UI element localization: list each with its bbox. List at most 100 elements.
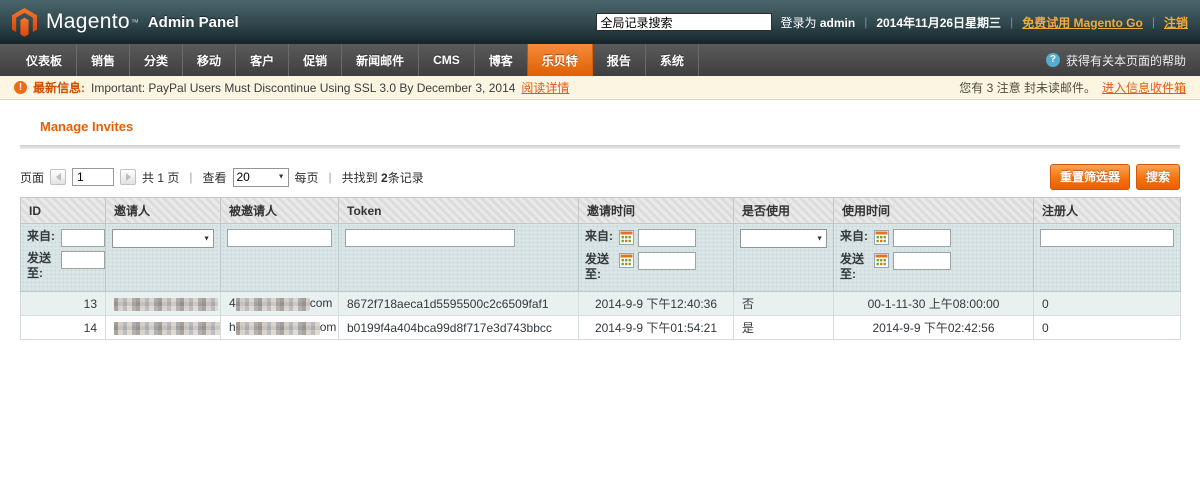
column-header-token[interactable]: Token bbox=[339, 198, 579, 224]
filter-used-select[interactable] bbox=[740, 229, 827, 248]
filter-cell-invitee bbox=[221, 224, 339, 292]
filter-token-input[interactable] bbox=[345, 229, 515, 247]
cell-registrant: 0 bbox=[1034, 316, 1181, 340]
topbar-right-section: 登录为 admin | 2014年11月26日星期三 | 免费试用 Magent… bbox=[596, 13, 1189, 31]
nav-item-newsletter[interactable]: 新闻邮件 bbox=[342, 44, 419, 76]
filter-id-from-input[interactable] bbox=[61, 229, 105, 247]
calendar-icon[interactable] bbox=[874, 230, 889, 248]
table-row[interactable]: 13 4com 8672f718aeca1d5595500c2c6509faf1… bbox=[21, 292, 1181, 316]
previous-page-button[interactable] bbox=[50, 169, 66, 185]
nav-item-reports[interactable]: 报告 bbox=[593, 44, 646, 76]
per-page-select-wrap: 20 bbox=[233, 168, 289, 187]
cell-token: 8672f718aeca1d5595500c2c6509faf1 bbox=[339, 292, 579, 316]
cell-invitee: hom bbox=[221, 316, 339, 340]
column-header-invited-time[interactable]: 邀请时间 bbox=[579, 198, 734, 224]
censored-text-block bbox=[236, 298, 310, 311]
grid-filter-row: 来自: 发送至: 来自: 发送至: bbox=[21, 224, 1181, 292]
table-row[interactable]: 14 hom b0199f4a404bca99d8f717e3d743bbcc … bbox=[21, 316, 1181, 340]
filter-cell-used bbox=[734, 224, 834, 292]
brand-name: Magento bbox=[46, 10, 130, 34]
nav-item-promotions[interactable]: 促销 bbox=[289, 44, 342, 76]
main-navigation: 仪表板 销售 分类 移动 客户 促销 新闻邮件 CMS 博客 乐贝特 报告 系统… bbox=[0, 44, 1200, 76]
from-label: 来自: bbox=[840, 229, 870, 244]
calendar-icon[interactable] bbox=[619, 253, 634, 271]
filter-used-to-input[interactable] bbox=[893, 252, 951, 270]
censored-text-block bbox=[114, 298, 218, 311]
filter-cell-inviter bbox=[106, 224, 221, 292]
nav-item-catalog[interactable]: 分类 bbox=[130, 44, 183, 76]
column-header-registrant[interactable]: 注册人 bbox=[1034, 198, 1181, 224]
filter-invitee-input[interactable] bbox=[227, 229, 332, 247]
go-to-inbox-link[interactable]: 进入信息收件箱 bbox=[1102, 79, 1186, 96]
nav-item-dashboard[interactable]: 仪表板 bbox=[12, 44, 77, 76]
filter-cell-invited-time: 来自: 发送至: bbox=[579, 224, 734, 292]
nav-item-customers[interactable]: 客户 bbox=[236, 44, 289, 76]
page-label: 页面 bbox=[20, 169, 44, 186]
censored-text-block bbox=[236, 322, 320, 335]
filter-registrant-input[interactable] bbox=[1040, 229, 1174, 247]
from-label: 来自: bbox=[585, 229, 615, 244]
next-page-button[interactable] bbox=[120, 169, 136, 185]
grid-header-row: ID 邀请人 被邀请人 Token 邀请时间 是否使用 使用时间 注册人 bbox=[21, 198, 1181, 224]
read-details-link[interactable]: 阅读详情 bbox=[521, 79, 569, 96]
alert-icon: ! bbox=[14, 81, 27, 94]
current-date: 2014年11月26日星期三 bbox=[876, 14, 1001, 31]
global-search-input[interactable] bbox=[596, 13, 772, 31]
logout-link[interactable]: 注销 bbox=[1164, 14, 1188, 31]
records-prefix: 共找到 bbox=[342, 171, 378, 185]
unread-messages-text: 您有 3 注意 封未读邮件。 bbox=[959, 79, 1096, 96]
per-page-select[interactable]: 20 bbox=[233, 168, 289, 187]
cell-id: 13 bbox=[21, 292, 106, 316]
nav-item-mobile[interactable]: 移动 bbox=[183, 44, 236, 76]
column-header-inviter[interactable]: 邀请人 bbox=[106, 198, 221, 224]
cell-invited-time: 2014-9-9 下午01:54:21 bbox=[579, 316, 734, 340]
records-count: 2 bbox=[381, 171, 388, 185]
cell-used: 是 bbox=[734, 316, 834, 340]
filter-invited-from-input[interactable] bbox=[638, 229, 696, 247]
filter-invited-to-input[interactable] bbox=[638, 252, 696, 270]
separator: | bbox=[329, 170, 332, 184]
column-header-used-time[interactable]: 使用时间 bbox=[834, 198, 1034, 224]
filter-cell-registrant bbox=[1034, 224, 1181, 292]
column-header-used[interactable]: 是否使用 bbox=[734, 198, 834, 224]
calendar-icon[interactable] bbox=[619, 230, 634, 248]
nav-item-blog[interactable]: 博客 bbox=[475, 44, 528, 76]
filter-inviter-select[interactable] bbox=[112, 229, 214, 248]
toolbar-buttons: 重置筛选器 搜索 bbox=[1050, 164, 1180, 190]
filter-cell-used-time: 来自: 发送至: bbox=[834, 224, 1034, 292]
nav-item-system[interactable]: 系统 bbox=[646, 44, 699, 76]
filter-used-from-input[interactable] bbox=[893, 229, 951, 247]
previous-arrow-icon bbox=[52, 173, 61, 181]
cell-invited-time: 2014-9-9 下午12:40:36 bbox=[579, 292, 734, 316]
latest-message-bar: ! 最新信息: Important: PayPal Users Must Dis… bbox=[0, 76, 1200, 100]
cell-used: 否 bbox=[734, 292, 834, 316]
separator: | bbox=[1152, 15, 1155, 29]
page-help-link[interactable]: ? 获得有关本页面的帮助 bbox=[1046, 44, 1200, 76]
nav-item-lebeite-active[interactable]: 乐贝特 bbox=[528, 44, 593, 76]
records-found-text: 共找到 2条记录 bbox=[342, 169, 424, 186]
censored-text-block bbox=[114, 322, 221, 335]
grid-toolbar: 页面 共 1 页 | 查看 20 每页 | 共找到 2条记录 重置筛选器 搜索 bbox=[20, 164, 1180, 190]
view-label: 查看 bbox=[202, 169, 226, 186]
help-icon[interactable]: ? bbox=[1046, 53, 1060, 67]
filter-used-select-wrap bbox=[740, 229, 827, 248]
separator: | bbox=[189, 170, 192, 184]
separator: | bbox=[1010, 15, 1013, 29]
nav-item-cms[interactable]: CMS bbox=[419, 44, 475, 76]
magento-logo: Magento ™ Admin Panel bbox=[12, 8, 239, 37]
filter-id-to-input[interactable] bbox=[61, 251, 105, 269]
nav-item-sales[interactable]: 销售 bbox=[77, 44, 130, 76]
username: admin bbox=[820, 16, 855, 30]
filter-cell-id: 来自: 发送至: bbox=[21, 224, 106, 292]
column-header-invitee[interactable]: 被邀请人 bbox=[221, 198, 339, 224]
search-button[interactable]: 搜索 bbox=[1136, 164, 1180, 190]
page-number-input[interactable] bbox=[72, 168, 114, 186]
column-header-id[interactable]: ID bbox=[21, 198, 106, 224]
reset-filter-button[interactable]: 重置筛选器 bbox=[1050, 164, 1130, 190]
magento-go-trial-link[interactable]: 免费试用 Magento Go bbox=[1022, 14, 1143, 31]
title-divider bbox=[20, 145, 1180, 149]
notice-message-text: Important: PayPal Users Must Discontinue… bbox=[91, 81, 515, 95]
next-arrow-icon bbox=[126, 173, 135, 181]
notice-right-section: 您有 3 注意 封未读邮件。 进入信息收件箱 bbox=[959, 79, 1186, 96]
calendar-icon[interactable] bbox=[874, 253, 889, 271]
